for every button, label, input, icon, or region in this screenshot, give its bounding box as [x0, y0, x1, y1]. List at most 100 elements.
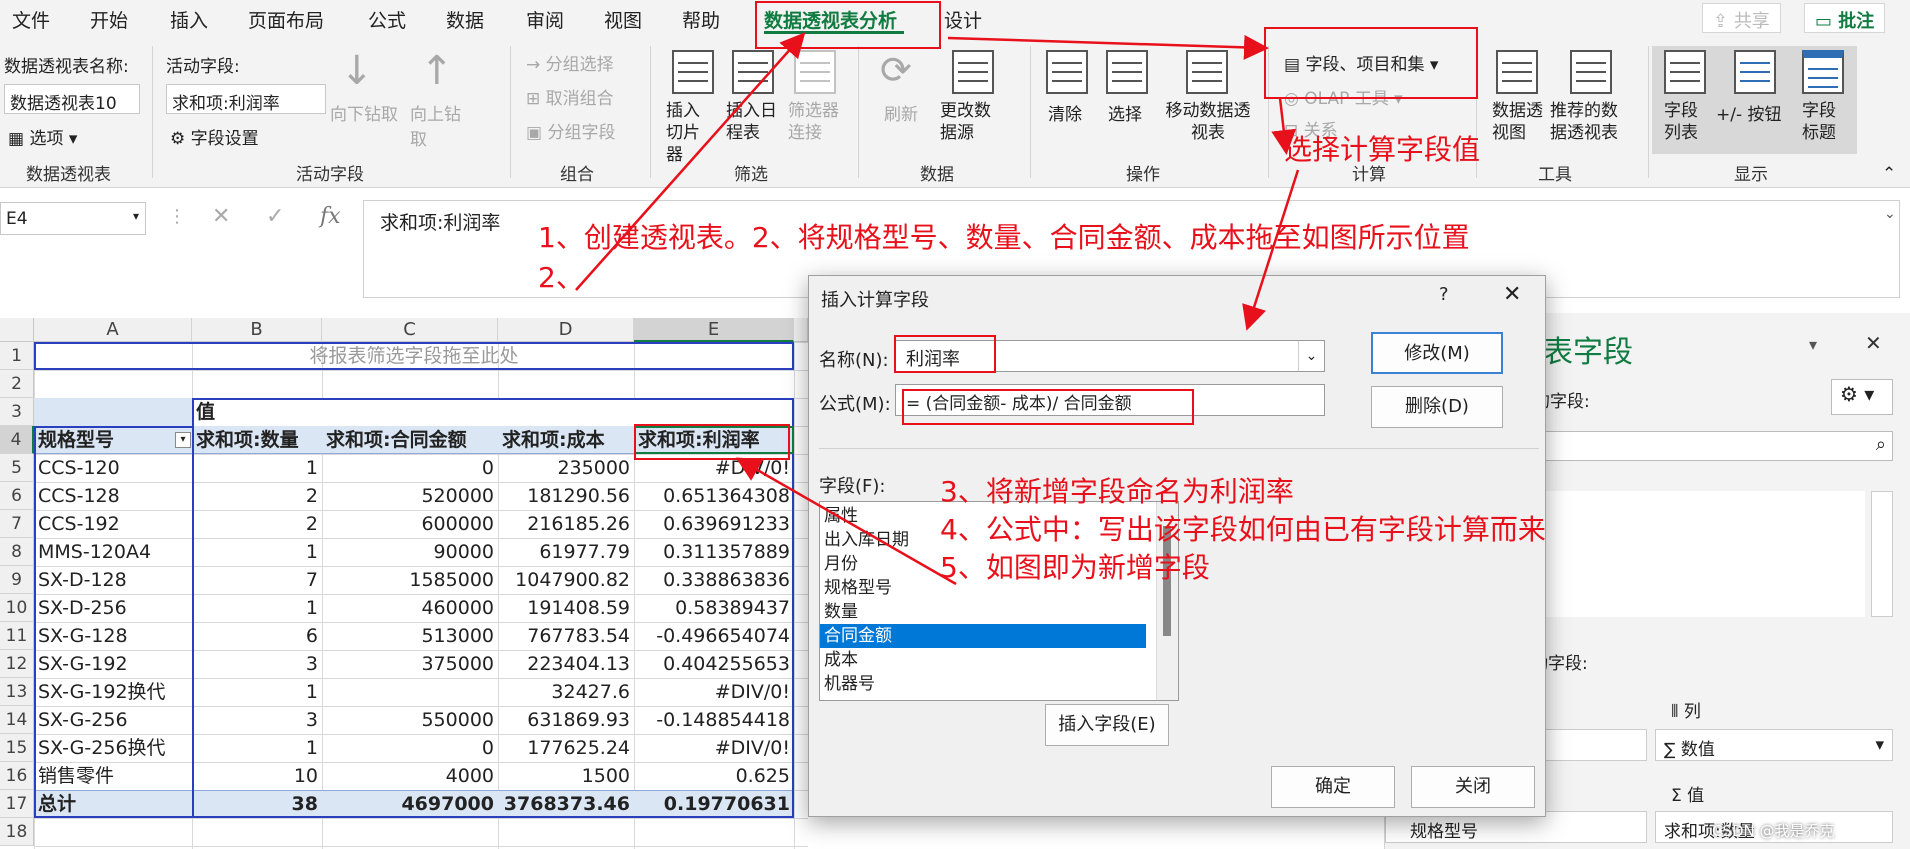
drill-up-button[interactable]: 向上钻取 — [410, 100, 462, 150]
recommended-pivot-button[interactable]: 推荐的数据透视表 — [1550, 100, 1634, 144]
pane-settings-button[interactable]: ⚙ ▾ — [1831, 379, 1893, 415]
row-header[interactable]: 2 — [0, 370, 34, 398]
row-label[interactable]: MMS-120A4 — [34, 538, 192, 566]
field-list-scrollbar[interactable] — [1871, 491, 1893, 617]
chevron-down-icon[interactable]: ⌄ — [1298, 341, 1324, 371]
pivot-header[interactable]: 求和项:数量 — [192, 426, 322, 454]
pivot-chart-button[interactable]: 数据透视图 — [1492, 100, 1544, 144]
table-cell[interactable]: 767783.54 — [498, 622, 634, 650]
total-cell[interactable]: 0.19770631 — [634, 790, 794, 818]
row-header[interactable]: 4 — [0, 426, 34, 454]
table-cell[interactable]: 0.58389437 — [634, 594, 794, 622]
table-cell[interactable]: 0 — [322, 454, 498, 482]
list-item[interactable]: 数量 — [820, 600, 1146, 624]
fx-icon[interactable]: fx — [320, 204, 341, 229]
col-header-b[interactable]: B — [192, 318, 322, 342]
pivot-header[interactable]: 求和项:成本 — [498, 426, 634, 454]
table-cell[interactable]: 181290.56 — [498, 482, 634, 510]
table-cell[interactable]: 0.338863836 — [634, 566, 794, 594]
group-selection-button[interactable]: → 分组选择 — [526, 50, 614, 75]
table-cell[interactable]: 0 — [322, 734, 498, 762]
row-label[interactable]: SX-G-192 — [34, 650, 192, 678]
dialog-close-icon[interactable]: ✕ — [1503, 282, 1521, 307]
row-header[interactable]: 9 — [0, 566, 34, 594]
col-header-c[interactable]: C — [322, 318, 498, 342]
row-label[interactable]: CCS-120 — [34, 454, 192, 482]
table-cell[interactable]: 460000 — [322, 594, 498, 622]
insert-timeline-button[interactable]: 插入日程表 — [726, 100, 780, 144]
row-header[interactable]: 7 — [0, 510, 34, 538]
table-cell[interactable]: #DIV/0! — [634, 734, 794, 762]
row-header[interactable]: 12 — [0, 650, 34, 678]
row-header[interactable]: 1 — [0, 342, 34, 370]
table-cell[interactable]: 90000 — [322, 538, 498, 566]
table-cell[interactable]: 3 — [192, 650, 322, 678]
row-header[interactable]: 11 — [0, 622, 34, 650]
table-cell[interactable]: 1585000 — [322, 566, 498, 594]
pivot-name-input[interactable]: 数据透视表10 — [4, 84, 140, 114]
share-button[interactable]: ⇪ 共享 — [1702, 3, 1781, 33]
table-cell[interactable]: 223404.13 — [498, 650, 634, 678]
table-cell[interactable]: 2 — [192, 482, 322, 510]
filter-connections-button[interactable]: 筛选器连接 — [788, 100, 842, 144]
columns-area-item[interactable]: ∑ 数值 ▾ — [1655, 729, 1893, 761]
insert-field-button[interactable]: 插入字段(E) — [1045, 704, 1169, 746]
field-settings-button[interactable]: ⚙ 字段设置 — [170, 124, 259, 149]
table-cell[interactable]: 61977.79 — [498, 538, 634, 566]
row-label[interactable]: SX-G-128 — [34, 622, 192, 650]
pivot-header[interactable]: 规格型号 — [34, 426, 192, 454]
menu-page-layout[interactable]: 页面布局 — [248, 6, 324, 33]
table-cell[interactable]: 1500 — [498, 762, 634, 790]
row-label[interactable]: CCS-128 — [34, 482, 192, 510]
table-cell[interactable]: 1 — [192, 678, 322, 706]
table-cell[interactable]: 7 — [192, 566, 322, 594]
move-pivot-button[interactable]: 移动数据透视表 — [1160, 100, 1256, 144]
menu-data[interactable]: 数据 — [446, 6, 484, 33]
table-cell[interactable]: 0.311357889 — [634, 538, 794, 566]
table-cell[interactable]: 0.625 — [634, 762, 794, 790]
table-cell[interactable]: 3 — [192, 706, 322, 734]
clear-button[interactable]: 清除 — [1048, 100, 1082, 125]
table-cell[interactable]: 513000 — [322, 622, 498, 650]
delete-button[interactable]: 删除(D) — [1371, 386, 1503, 428]
modify-button[interactable]: 修改(M) — [1371, 332, 1503, 374]
row-label[interactable]: SX-G-192换代 — [34, 678, 192, 706]
total-cell[interactable]: 3768373.46 — [498, 790, 634, 818]
table-cell[interactable]: 0.651364308 — [634, 482, 794, 510]
row-header[interactable]: 13 — [0, 678, 34, 706]
row-label[interactable]: 销售零件 — [34, 762, 192, 790]
menu-review[interactable]: 审阅 — [526, 6, 564, 33]
ok-button[interactable]: 确定 — [1271, 766, 1395, 808]
row-header[interactable]: 15 — [0, 734, 34, 762]
table-cell[interactable]: 177625.24 — [498, 734, 634, 762]
row-header[interactable]: 10 — [0, 594, 34, 622]
table-cell[interactable]: 6 — [192, 622, 322, 650]
group-field-button[interactable]: ▣ 分组字段 — [526, 118, 615, 143]
row-label[interactable]: CCS-192 — [34, 510, 192, 538]
row-label[interactable]: SX-G-256换代 — [34, 734, 192, 762]
table-cell[interactable]: 2 — [192, 510, 322, 538]
menu-file[interactable]: 文件 — [12, 6, 50, 33]
table-cell[interactable]: 375000 — [322, 650, 498, 678]
table-cell[interactable]: 0.404255653 — [634, 650, 794, 678]
row-label[interactable]: SX-D-256 — [34, 594, 192, 622]
collapse-ribbon-icon[interactable]: ⌃ — [1882, 164, 1896, 184]
drill-down-button[interactable]: 向下钻取 — [330, 100, 398, 125]
insert-slicer-button[interactable]: 插入切片器 — [666, 100, 716, 166]
col-header-a[interactable]: A — [34, 318, 192, 342]
ungroup-button[interactable]: ⊞ 取消组合 — [526, 84, 614, 109]
table-cell[interactable]: 0.639691233 — [634, 510, 794, 538]
field-headers-button[interactable]: 字段标题 — [1802, 100, 1846, 144]
col-header-e[interactable]: E — [634, 318, 794, 342]
list-item[interactable]: 机器号 — [820, 672, 1146, 696]
menu-design[interactable]: 设计 — [944, 6, 982, 33]
table-cell[interactable]: 1 — [192, 454, 322, 482]
name-box[interactable]: E4 ▾ — [0, 202, 146, 235]
cancel-icon[interactable]: ✕ — [212, 204, 230, 229]
row-label[interactable]: SX-D-128 — [34, 566, 192, 594]
pane-close-icon[interactable]: ✕ — [1865, 331, 1882, 355]
table-cell[interactable]: 550000 — [322, 706, 498, 734]
table-cell[interactable]: -0.496654074 — [634, 622, 794, 650]
table-cell[interactable]: 235000 — [498, 454, 634, 482]
row-header[interactable]: 14 — [0, 706, 34, 734]
